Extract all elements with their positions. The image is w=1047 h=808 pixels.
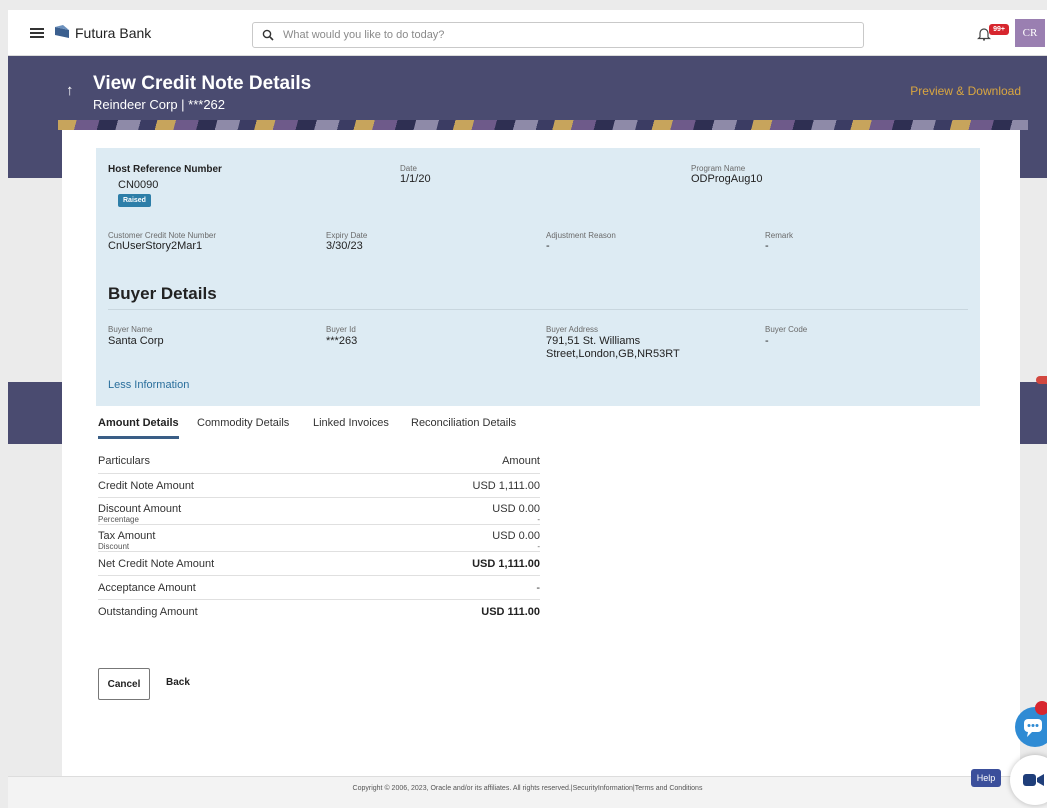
discount-amount-value: USD 0.00 (492, 503, 540, 515)
acceptance-amount-label: Acceptance Amount (98, 582, 196, 594)
acceptance-amount-value: - (536, 582, 540, 594)
section-divider (108, 309, 968, 310)
program-name-value: ODProgAug10 (691, 173, 763, 185)
buyer-address-label: Buyer Address (546, 325, 599, 334)
adjustment-reason-label: Adjustment Reason (546, 231, 616, 240)
tab-commodity-details[interactable]: Commodity Details (197, 417, 289, 439)
video-camera-icon (1023, 774, 1044, 786)
table-row: Credit Note Amount USD 1,111.00 (98, 474, 540, 498)
expiry-date-label: Expiry Date (326, 231, 368, 240)
table-row: Net Credit Note Amount USD 1,111.00 (98, 552, 540, 576)
chat-notification-badge (1035, 701, 1047, 715)
tax-amount-subvalue: - (537, 542, 540, 551)
adjustment-reason-value: - (546, 240, 550, 252)
side-chip (1036, 376, 1047, 384)
page-title: View Credit Note Details (93, 73, 312, 94)
footer: Copyright © 2006, 2023, Oracle and/or it… (8, 776, 1047, 808)
back-button[interactable]: Back (166, 677, 190, 688)
tax-amount-sublabel: Discount (98, 542, 130, 551)
notification-badge: 99+ (989, 24, 1009, 35)
table-row: Discount Amount Percentage USD 0.00 - (98, 498, 540, 525)
remark-label: Remark (765, 231, 794, 240)
brand-name[interactable]: Futura Bank (75, 25, 151, 41)
discount-amount-sublabel: Percentage (98, 515, 139, 524)
credit-note-info-panel: Host Reference Number CN0090 Raised Date… (96, 148, 980, 406)
net-credit-note-amount-label: Net Credit Note Amount (98, 558, 215, 570)
host-ref-value: CN0090 (118, 179, 159, 191)
host-ref-label: Host Reference Number (108, 164, 222, 175)
buyer-name-label: Buyer Name (108, 325, 153, 334)
search-bar[interactable] (252, 22, 864, 48)
credit-note-amount-value: USD 1,111.00 (472, 480, 540, 492)
help-button[interactable]: Help (971, 769, 1001, 787)
program-name-label: Program Name (691, 164, 746, 173)
expiry-date-value: 3/30/23 (326, 240, 363, 252)
top-bar: Futura Bank 99+ CR (8, 10, 1047, 56)
less-information-link[interactable]: Less Information (108, 379, 189, 391)
tab-reconciliation-details[interactable]: Reconciliation Details (411, 417, 516, 439)
main-card: Host Reference Number CN0090 Raised Date… (62, 130, 1020, 776)
status-badge: Raised (118, 194, 151, 207)
buyer-name-value: Santa Corp (108, 335, 164, 347)
tab-amount-details[interactable]: Amount Details (98, 417, 179, 439)
net-credit-note-amount-value: USD 1,111.00 (472, 558, 540, 570)
tax-amount-value: USD 0.00 (492, 530, 540, 542)
hamburger-menu-icon[interactable] (30, 28, 44, 38)
tax-amount-label: Tax Amount (98, 530, 156, 542)
table-row: Tax Amount Discount USD 0.00 - (98, 525, 540, 552)
remark-value: - (765, 240, 769, 252)
cancel-button[interactable]: Cancel (98, 668, 150, 700)
amount-header: Amount (502, 455, 540, 467)
tab-linked-invoices[interactable]: Linked Invoices (313, 417, 389, 439)
date-value: 1/1/20 (400, 173, 431, 185)
buyer-address-line1: 791,51 St. Williams (546, 335, 641, 347)
page-subtitle: Reindeer Corp | ***262 (93, 97, 226, 112)
date-label: Date (400, 164, 417, 173)
side-band-right (1020, 382, 1047, 444)
discount-amount-label: Discount Amount (98, 503, 182, 515)
avatar[interactable]: CR (1015, 19, 1045, 47)
back-arrow-icon[interactable]: ↑ (66, 82, 74, 99)
buyer-address-line2: Street,London,GB,NR53RT (546, 348, 680, 360)
buyer-code-label: Buyer Code (765, 325, 808, 334)
search-icon (262, 29, 274, 41)
side-band-left (8, 382, 62, 444)
customer-credit-note-value: CnUserStory2Mar1 (108, 240, 203, 252)
table-row: Outstanding Amount USD 111.00 (98, 600, 540, 624)
outstanding-amount-value: USD 111.00 (481, 606, 540, 618)
customer-credit-note-label: Customer Credit Note Number (108, 231, 217, 240)
buyer-code-value: - (765, 335, 769, 347)
particulars-header: Particulars (98, 455, 150, 467)
banner-pattern (58, 120, 1028, 130)
table-header-row: Particulars Amount (98, 452, 540, 474)
discount-amount-subvalue: - (537, 515, 540, 524)
outstanding-amount-label: Outstanding Amount (98, 606, 198, 618)
buyer-id-label: Buyer Id (326, 325, 356, 334)
preview-download-link[interactable]: Preview & Download (910, 84, 1021, 98)
buyer-details-heading: Buyer Details (108, 284, 217, 303)
credit-note-amount-label: Credit Note Amount (98, 480, 194, 492)
buyer-id-value: ***263 (326, 335, 358, 347)
table-row: Acceptance Amount - (98, 576, 540, 600)
search-input[interactable] (283, 27, 843, 43)
footer-copyright[interactable]: Copyright © 2006, 2023, Oracle and/or it… (353, 785, 703, 792)
amount-details-table: Particulars Amount Credit Note Amount US… (98, 452, 540, 624)
bank-logo-icon (55, 25, 69, 38)
